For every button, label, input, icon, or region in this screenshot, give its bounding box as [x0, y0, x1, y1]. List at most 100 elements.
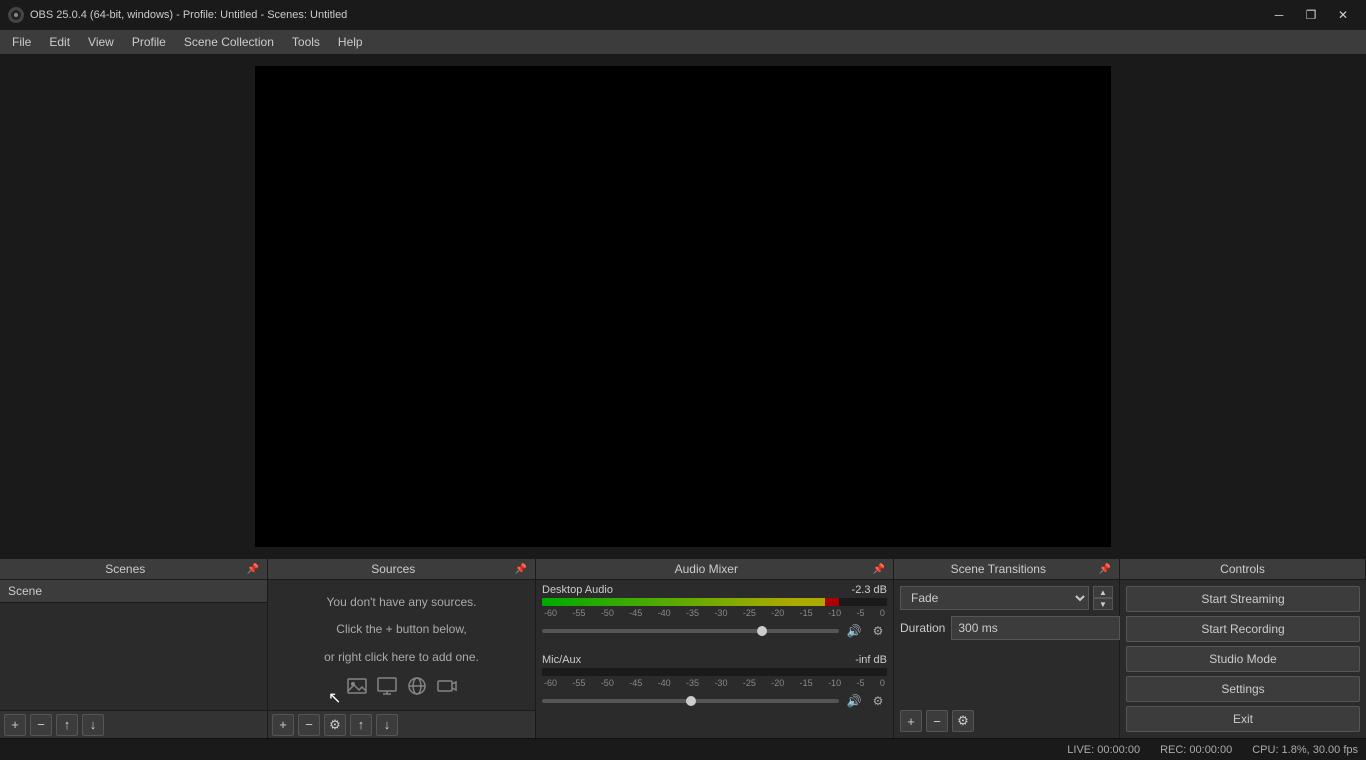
- transitions-panel-header: Scene Transitions 📌: [894, 559, 1120, 579]
- transition-add-button[interactable]: +: [900, 710, 922, 732]
- controls-panel: Start Streaming Start Recording Studio M…: [1120, 580, 1366, 738]
- video-capture-icon: [436, 675, 458, 697]
- audiomixer-panel-header: Audio Mixer 📌: [536, 559, 894, 579]
- transition-select[interactable]: Fade Cut Swipe Slide: [900, 586, 1089, 610]
- title-text: OBS 25.0.4 (64-bit, windows) - Profile: …: [30, 9, 347, 21]
- scene-down-button[interactable]: ↓: [82, 714, 104, 736]
- scene-remove-button[interactable]: −: [30, 714, 52, 736]
- source-add-button[interactable]: +: [272, 714, 294, 736]
- scene-item[interactable]: Scene: [0, 580, 267, 603]
- exit-button[interactable]: Exit: [1126, 706, 1360, 732]
- scenes-pin-icon[interactable]: 📌: [247, 564, 259, 575]
- transition-select-row: Fade Cut Swipe Slide ▲ ▼: [900, 586, 1113, 610]
- desktop-audio-meter: [542, 598, 887, 606]
- preview-area: [0, 54, 1366, 558]
- transition-remove-button[interactable]: −: [926, 710, 948, 732]
- mic-aux-name: Mic/Aux: [542, 654, 581, 666]
- scene-add-button[interactable]: +: [4, 714, 26, 736]
- rec-status: REC: 00:00:00: [1160, 744, 1232, 756]
- transition-spin-up[interactable]: ▲: [1093, 586, 1113, 598]
- sources-icons: [346, 675, 458, 697]
- sources-empty: You don't have any sources. Click the + …: [268, 580, 535, 710]
- transitions-pin-icon[interactable]: 📌: [1099, 564, 1111, 575]
- audiomixer-pin-icon[interactable]: 📌: [873, 564, 885, 575]
- audiomixer-header-label: Audio Mixer: [544, 562, 869, 576]
- menu-file[interactable]: File: [4, 33, 39, 51]
- image-source-icon: [346, 675, 368, 697]
- browser-source-icon: [406, 675, 428, 697]
- main: Scenes 📌 Sources 📌 Audio Mixer 📌 Scene T…: [0, 54, 1366, 738]
- titlebar-controls[interactable]: ─ ❐ ✕: [1264, 5, 1358, 25]
- source-down-button[interactable]: ↓: [376, 714, 398, 736]
- bottom-panel: Scenes 📌 Sources 📌 Audio Mixer 📌 Scene T…: [0, 558, 1366, 738]
- scenes-panel-header: Scenes 📌: [0, 559, 268, 579]
- menu-scene-collection[interactable]: Scene Collection: [176, 33, 282, 51]
- close-button[interactable]: ✕: [1328, 5, 1358, 25]
- scene-up-button[interactable]: ↑: [56, 714, 78, 736]
- audiomixer-panel: Desktop Audio -2.3 dB -60-55-50-45-40-35…: [536, 580, 894, 738]
- statusbar: LIVE: 00:00:00 REC: 00:00:00 CPU: 1.8%, …: [0, 738, 1366, 760]
- desktop-audio-top: Desktop Audio -2.3 dB: [542, 584, 887, 596]
- mic-aux-settings[interactable]: ⚙: [869, 692, 887, 710]
- menu-view[interactable]: View: [80, 33, 122, 51]
- settings-button[interactable]: Settings: [1126, 676, 1360, 702]
- titlebar-left: OBS 25.0.4 (64-bit, windows) - Profile: …: [8, 7, 347, 23]
- duration-row: Duration ▲ ▼: [900, 616, 1113, 640]
- transitions-header-label: Scene Transitions: [902, 562, 1095, 576]
- desktop-audio-name: Desktop Audio: [542, 584, 613, 596]
- mic-aux-scale: -60-55-50-45-40-35-30-25-20-15-10-50: [542, 678, 887, 688]
- menu-help[interactable]: Help: [330, 33, 371, 51]
- transition-spin-down[interactable]: ▼: [1093, 598, 1113, 610]
- panel-content: Scene + − ↑ ↓ You don't have any sources…: [0, 579, 1366, 738]
- menu-tools[interactable]: Tools: [284, 33, 328, 51]
- preview-canvas: [255, 66, 1111, 547]
- studio-mode-button[interactable]: Studio Mode: [1126, 646, 1360, 672]
- controls-header-label: Controls: [1128, 562, 1357, 576]
- scenes-toolbar: + − ↑ ↓: [0, 710, 267, 738]
- desktop-audio-settings[interactable]: ⚙: [869, 622, 887, 640]
- desktop-audio-db: -2.3 dB: [852, 584, 887, 596]
- mic-aux-top: Mic/Aux -inf dB: [542, 654, 887, 666]
- display-capture-icon: [376, 675, 398, 697]
- start-recording-button[interactable]: Start Recording: [1126, 616, 1360, 642]
- mic-aux-channel: Mic/Aux -inf dB -60-55-50-45-40-35-30-25…: [542, 654, 887, 710]
- desktop-audio-controls: 🔊 ⚙: [542, 622, 887, 640]
- sources-panel: You don't have any sources. Click the + …: [268, 580, 536, 738]
- transitions-panel: Fade Cut Swipe Slide ▲ ▼ Duration ▲: [894, 580, 1120, 738]
- sources-panel-header: Sources 📌: [268, 559, 536, 579]
- sources-pin-icon[interactable]: 📌: [515, 564, 527, 575]
- app-icon: [8, 7, 24, 23]
- desktop-audio-scale: -60-55-50-45-40-35-30-25-20-15-10-50: [542, 608, 887, 618]
- scenes-header-label: Scenes: [8, 562, 243, 576]
- source-settings-button[interactable]: ⚙: [324, 714, 346, 736]
- start-streaming-button[interactable]: Start Streaming: [1126, 586, 1360, 612]
- mic-aux-slider[interactable]: [542, 699, 839, 703]
- mic-aux-meter: [542, 668, 887, 676]
- controls-panel-header: Controls: [1120, 559, 1366, 579]
- live-status: LIVE: 00:00:00: [1067, 744, 1140, 756]
- desktop-audio-slider[interactable]: [542, 629, 839, 633]
- source-up-button[interactable]: ↑: [350, 714, 372, 736]
- maximize-button[interactable]: ❐: [1296, 5, 1326, 25]
- minimize-button[interactable]: ─: [1264, 5, 1294, 25]
- panel-headers: Scenes 📌 Sources 📌 Audio Mixer 📌 Scene T…: [0, 558, 1366, 579]
- source-remove-button[interactable]: −: [298, 714, 320, 736]
- sources-header-label: Sources: [276, 562, 511, 576]
- sources-empty-line3: or right click here to add one.: [324, 648, 479, 667]
- duration-input[interactable]: [951, 616, 1120, 640]
- transition-settings-button[interactable]: ⚙: [952, 710, 974, 732]
- desktop-audio-channel: Desktop Audio -2.3 dB -60-55-50-45-40-35…: [542, 584, 887, 640]
- cpu-status: CPU: 1.8%, 30.00 fps: [1252, 744, 1358, 756]
- mic-aux-mute[interactable]: 🔊: [845, 692, 863, 710]
- menu-edit[interactable]: Edit: [41, 33, 78, 51]
- menubar: File Edit View Profile Scene Collection …: [0, 30, 1366, 54]
- scenes-list: Scene: [0, 580, 267, 710]
- menu-profile[interactable]: Profile: [124, 33, 174, 51]
- mic-aux-db: -inf dB: [855, 654, 887, 666]
- desktop-audio-mute[interactable]: 🔊: [845, 622, 863, 640]
- sources-toolbar: + − ⚙ ↑ ↓ ↖: [268, 710, 535, 738]
- scenes-panel: Scene + − ↑ ↓: [0, 580, 268, 738]
- titlebar: OBS 25.0.4 (64-bit, windows) - Profile: …: [0, 0, 1366, 30]
- transitions-toolbar: + − ⚙: [900, 710, 1113, 732]
- transition-spin-btns: ▲ ▼: [1093, 586, 1113, 610]
